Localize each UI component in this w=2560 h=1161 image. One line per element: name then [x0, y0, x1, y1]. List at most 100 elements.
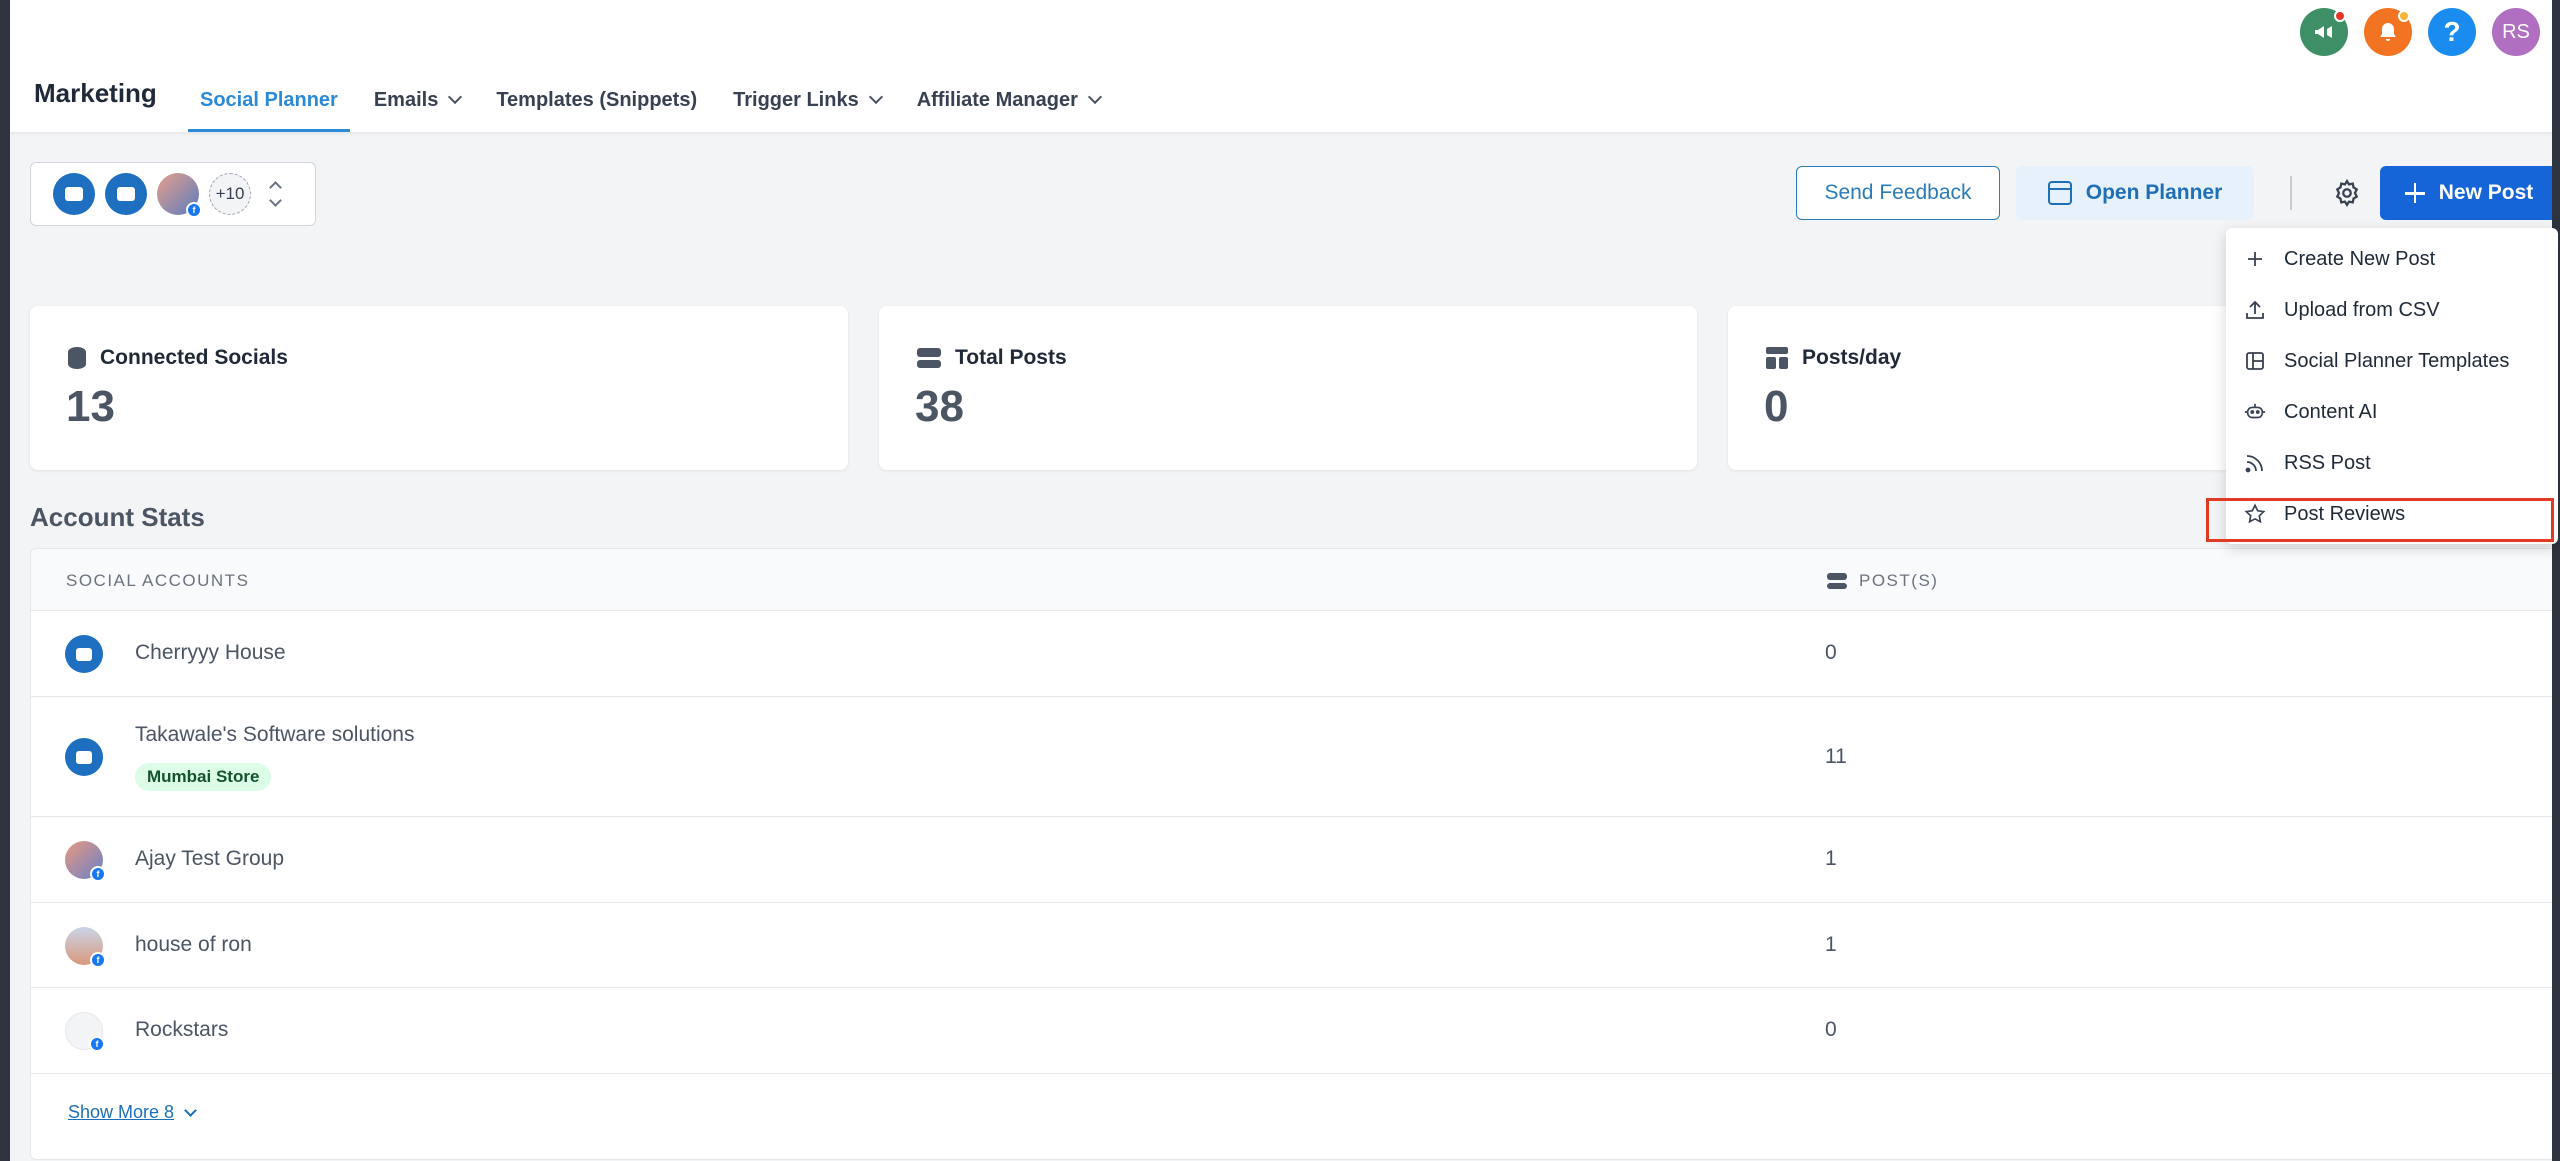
tab-label: Templates (Snippets): [496, 88, 698, 111]
post-count: 11: [1825, 745, 1847, 768]
divider: [2290, 176, 2292, 210]
open-planner-button[interactable]: Open Planner: [2016, 166, 2254, 220]
account-avatar: [65, 738, 103, 776]
account-avatar: [53, 173, 95, 215]
server-icon: [917, 348, 941, 368]
database-icon: [68, 347, 86, 369]
tab-label: Social Planner: [200, 88, 338, 111]
stat-value: 38: [915, 382, 964, 431]
tab-label: Trigger Links: [733, 88, 859, 111]
account-avatar: f: [65, 1012, 105, 1052]
user-avatar[interactable]: RS: [2492, 8, 2540, 56]
show-more-label: Show More 8: [68, 1102, 175, 1122]
table-row[interactable]: Takawale's Software solutions Mumbai Sto…: [31, 697, 2557, 817]
account-name: house of ron: [135, 933, 252, 956]
help-icon[interactable]: ?: [2428, 8, 2476, 56]
new-post-button[interactable]: New Post: [2380, 166, 2558, 220]
layout-icon: [1766, 347, 1788, 369]
account-name: Ajay Test Group: [135, 847, 285, 870]
menu-item-upload-csv[interactable]: Upload from CSV: [2226, 285, 2558, 335]
window-edge: [2552, 0, 2560, 1161]
account-name: Cherryyy House: [135, 641, 286, 664]
tab-label: Affiliate Manager: [916, 88, 1078, 111]
sort-updown-icon: [269, 181, 282, 207]
upload-icon: [2244, 299, 2266, 321]
template-icon: [2244, 350, 2266, 372]
menu-item-label: RSS Post: [2284, 451, 2371, 474]
menu-item-rss-post[interactable]: RSS Post: [2226, 438, 2558, 488]
bell-icon[interactable]: [2364, 8, 2412, 56]
app-window: ? RS Marketing Social Planner Emails Tem…: [10, 0, 2560, 1161]
column-header: SOCIAL ACCOUNTS: [66, 571, 250, 590]
stat-label: Total Posts: [955, 346, 1067, 369]
chevron-down-icon: [1087, 89, 1102, 105]
table-header: SOCIAL ACCOUNTS POST(S): [31, 549, 2557, 611]
gear-icon[interactable]: [2328, 174, 2366, 212]
calendar-icon: [2047, 181, 2072, 205]
section-title: Account Stats: [30, 502, 205, 532]
top-header: ? RS Marketing Social Planner Emails Tem…: [10, 0, 2560, 133]
menu-item-create-new-post[interactable]: Create New Post: [2226, 234, 2558, 284]
table-row[interactable]: f Rockstars 0: [31, 988, 2557, 1074]
tab-affiliate-manager[interactable]: Affiliate Manager: [905, 70, 1112, 130]
show-more-link[interactable]: Show More 8: [68, 1102, 197, 1123]
stat-value: 13: [66, 382, 115, 431]
account-avatar: [65, 635, 103, 673]
plus-icon: [2404, 183, 2425, 203]
stat-label: Connected Socials: [100, 346, 288, 369]
account-picker[interactable]: f +10: [30, 162, 316, 226]
stat-value: 0: [1764, 382, 1789, 431]
facebook-icon: f: [90, 866, 106, 882]
menu-item-label: Content AI: [2284, 400, 2378, 423]
new-post-label: New Post: [2438, 181, 2534, 204]
account-avatar: f: [157, 173, 202, 218]
table-row[interactable]: f Ajay Test Group 1: [31, 817, 2557, 903]
stat-label: Posts/day: [1802, 346, 1902, 369]
server-icon: [1827, 573, 1847, 589]
account-avatar: [105, 173, 147, 215]
post-count: 0: [1825, 1018, 1837, 1041]
plus-icon: [2244, 248, 2266, 270]
chevron-down-icon: [448, 89, 463, 105]
top-icon-bar: ? RS: [2300, 8, 2540, 56]
notification-dot: [2334, 10, 2346, 22]
tab-label: Emails: [373, 88, 439, 111]
menu-item-label: Social Planner Templates: [2284, 349, 2510, 372]
chevron-down-icon: [184, 1103, 197, 1117]
location-tag: Mumbai Store: [135, 763, 272, 791]
account-name: Rockstars: [135, 1018, 229, 1041]
send-feedback-button[interactable]: Send Feedback: [1796, 166, 2000, 220]
robot-icon: [2244, 401, 2266, 423]
tab-social-planner[interactable]: Social Planner: [188, 70, 350, 132]
post-count: 0: [1825, 641, 1837, 664]
table-row[interactable]: Cherryyy House 0: [31, 611, 2557, 697]
menu-item-label: Post Reviews: [2284, 502, 2406, 525]
stat-card-connected-socials: Connected Socials 13: [30, 306, 848, 470]
account-name: Takawale's Software solutions: [135, 723, 415, 746]
star-icon: [2244, 503, 2266, 525]
column-header-label: POST(S): [1859, 571, 1939, 590]
facebook-icon: f: [89, 1036, 105, 1052]
account-avatar: f: [65, 841, 106, 882]
facebook-icon: f: [90, 952, 106, 968]
tab-trigger-links[interactable]: Trigger Links: [721, 70, 893, 130]
menu-item-planner-templates[interactable]: Social Planner Templates: [2226, 336, 2558, 386]
tab-emails[interactable]: Emails: [362, 70, 472, 130]
tab-templates[interactable]: Templates (Snippets): [484, 70, 709, 130]
post-count: 1: [1825, 933, 1837, 956]
main-nav: Social Planner Emails Templates (Snippet…: [188, 70, 1124, 132]
account-stats-table: SOCIAL ACCOUNTS POST(S) Cherryyy House 0…: [30, 548, 2558, 1160]
facebook-icon: f: [186, 202, 202, 218]
more-accounts-badge: +10: [209, 173, 251, 215]
page-title: Marketing: [34, 78, 157, 108]
megaphone-icon[interactable]: [2300, 8, 2348, 56]
post-count: 1: [1825, 847, 1837, 870]
menu-item-label: Upload from CSV: [2284, 298, 2440, 321]
chevron-down-icon: [868, 89, 883, 105]
menu-item-content-ai[interactable]: Content AI: [2226, 387, 2558, 437]
menu-item-post-reviews[interactable]: Post Reviews: [2226, 489, 2558, 539]
column-header: POST(S): [1827, 571, 1938, 591]
menu-item-label: Create New Post: [2284, 247, 2436, 270]
stat-card-total-posts: Total Posts 38: [879, 306, 1697, 470]
table-row[interactable]: f house of ron 1: [31, 903, 2557, 988]
